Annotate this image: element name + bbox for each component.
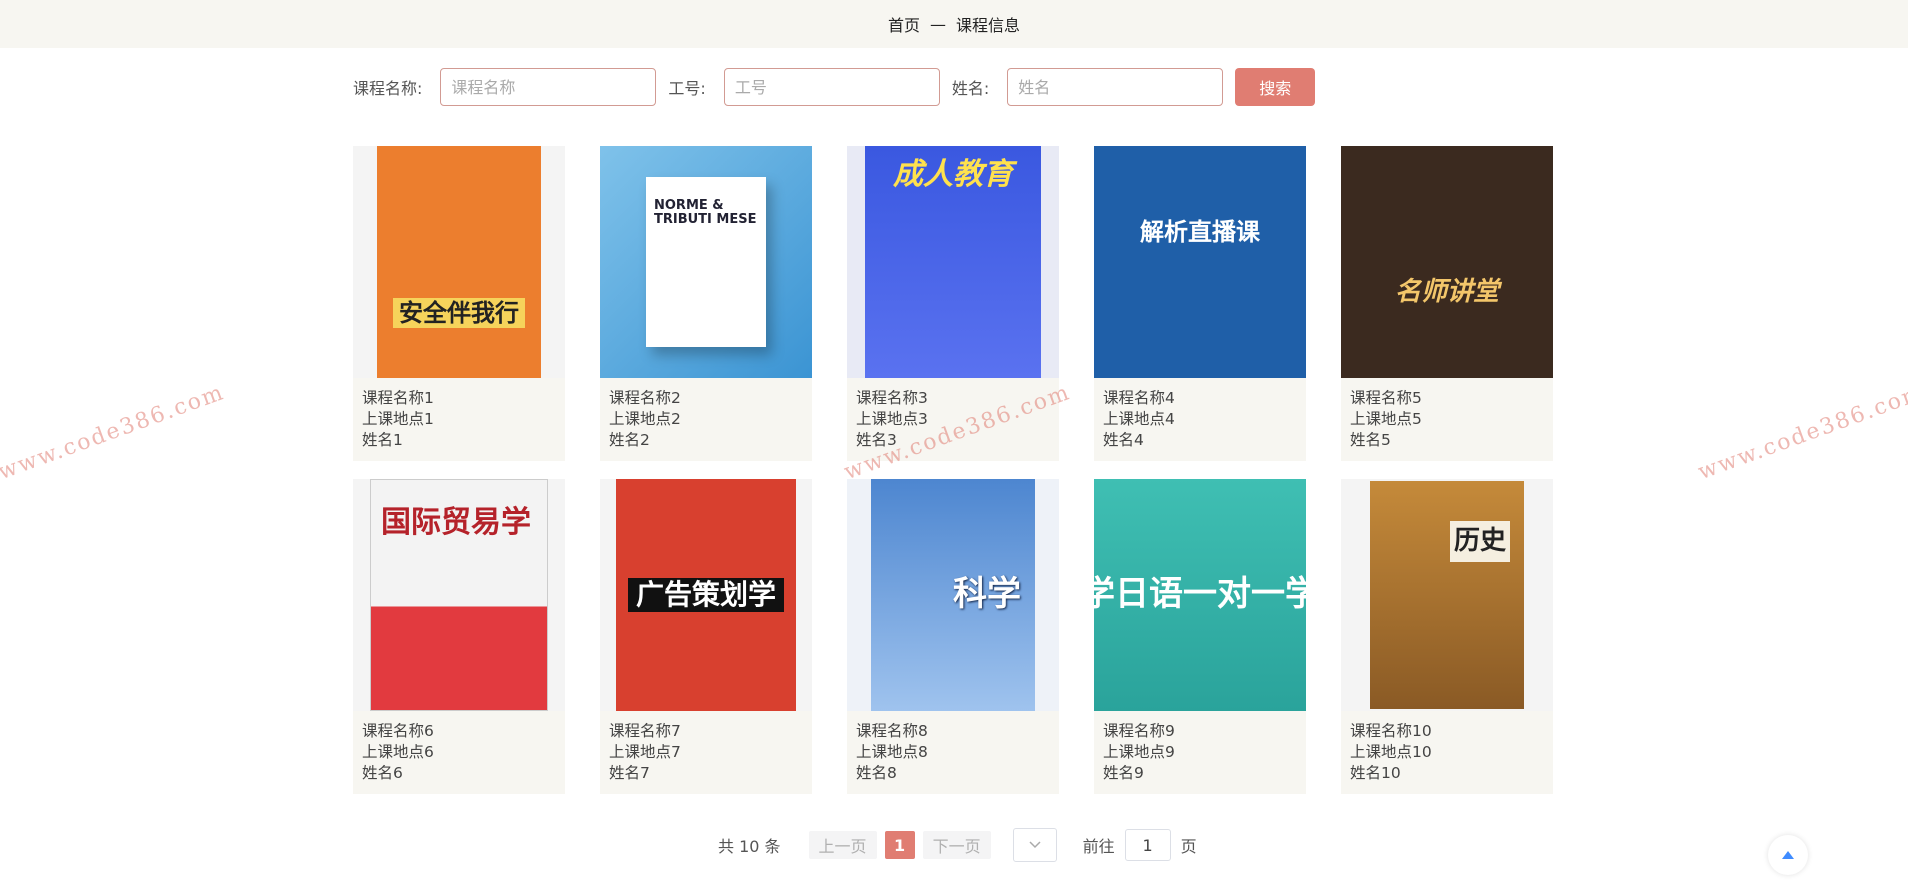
course-location: 上课地点7 bbox=[609, 743, 681, 761]
breadcrumb-home[interactable]: 首页 bbox=[888, 12, 920, 36]
course-cover-image[interactable]: 解析直播课 bbox=[1094, 146, 1306, 378]
course-location: 上课地点8 bbox=[856, 743, 928, 761]
breadcrumb: 首页 — 课程信息 bbox=[0, 0, 1908, 48]
cover-title: 解析直播课 bbox=[1140, 217, 1260, 246]
course-cover-image[interactable]: 成人教育 bbox=[847, 146, 1059, 378]
teacher-name-label: 姓名: bbox=[951, 79, 990, 98]
course-location: 上课地点10 bbox=[1350, 743, 1432, 761]
course-card[interactable]: 安全伴我行 课程名称1 上课地点1 姓名1 bbox=[353, 146, 565, 461]
course-teacher: 姓名8 bbox=[856, 764, 897, 782]
course-card[interactable]: 历史 课程名称10 上课地点10 姓名10 bbox=[1341, 479, 1553, 794]
breadcrumb-current: 课程信息 bbox=[956, 16, 1021, 35]
course-teacher: 姓名1 bbox=[362, 431, 403, 449]
course-teacher: 姓名5 bbox=[1350, 431, 1391, 449]
course-location: 上课地点9 bbox=[1103, 743, 1175, 761]
course-name: 课程名称8 bbox=[856, 722, 928, 740]
next-page-button[interactable]: 下一页 bbox=[922, 831, 991, 859]
course-name: 课程名称6 bbox=[362, 722, 434, 740]
back-to-top-button[interactable] bbox=[1768, 835, 1808, 875]
course-cover-image[interactable]: 名师讲堂 bbox=[1341, 146, 1553, 378]
course-location: 上课地点2 bbox=[609, 410, 681, 428]
cover-title: 历史 bbox=[1449, 521, 1510, 562]
search-bar: 课程名称: 工号: 姓名: 搜索 bbox=[353, 68, 1316, 106]
cover-title: 安全伴我行 bbox=[393, 297, 525, 328]
page-unit-label: 页 bbox=[1180, 837, 1197, 856]
goto-label: 前往 bbox=[1082, 837, 1115, 856]
course-cover-image[interactable]: 历史 bbox=[1341, 479, 1553, 711]
course-name: 课程名称1 bbox=[362, 389, 434, 407]
course-card[interactable]: 国际贸易学 课程名称6 上课地点6 姓名6 bbox=[353, 479, 565, 794]
course-name: 课程名称2 bbox=[609, 389, 681, 407]
course-card[interactable]: 广告策划学 课程名称7 上课地点7 姓名7 bbox=[600, 479, 812, 794]
pagination-total: 共 10 条 bbox=[718, 837, 781, 856]
course-cover-image[interactable]: 国际贸易学 bbox=[353, 479, 565, 711]
page-number-1[interactable]: 1 bbox=[884, 831, 915, 859]
staff-id-input[interactable] bbox=[723, 68, 940, 106]
course-teacher: 姓名9 bbox=[1103, 764, 1144, 782]
cover-title: 广告策划学 bbox=[627, 577, 784, 613]
cover-title: 学日语一对一学 bbox=[1094, 574, 1306, 615]
page-size-select[interactable] bbox=[1012, 828, 1057, 862]
cover-title: NORME & TRIBUTI MESE bbox=[654, 198, 757, 228]
course-name: 课程名称7 bbox=[609, 722, 681, 740]
arrow-up-icon bbox=[1782, 851, 1794, 859]
course-teacher: 姓名6 bbox=[362, 764, 403, 782]
course-cover-image[interactable]: NORME & TRIBUTI MESE bbox=[600, 146, 812, 378]
course-card[interactable]: 名师讲堂 课程名称5 上课地点5 姓名5 bbox=[1341, 146, 1553, 461]
breadcrumb-separator: — bbox=[930, 14, 946, 34]
course-cover-image[interactable]: 科学 bbox=[847, 479, 1059, 711]
goto-page-input[interactable] bbox=[1124, 829, 1171, 861]
course-teacher: 姓名2 bbox=[609, 431, 650, 449]
course-teacher: 姓名10 bbox=[1350, 764, 1401, 782]
course-grid: 安全伴我行 课程名称1 上课地点1 姓名1 NORME & TRIBUTI ME… bbox=[353, 146, 1556, 794]
watermark: www.code386.com bbox=[0, 379, 229, 486]
search-button[interactable]: 搜索 bbox=[1235, 68, 1316, 106]
watermark: www.code386.com bbox=[1694, 379, 1908, 486]
cover-title: 国际贸易学 bbox=[381, 505, 531, 540]
course-location: 上课地点6 bbox=[362, 743, 434, 761]
course-location: 上课地点4 bbox=[1103, 410, 1175, 428]
course-card[interactable]: 学日语一对一学 课程名称9 上课地点9 姓名9 bbox=[1094, 479, 1306, 794]
course-name-input[interactable] bbox=[440, 68, 657, 106]
cover-title: 成人教育 bbox=[893, 157, 1013, 192]
course-location: 上课地点1 bbox=[362, 410, 434, 428]
teacher-name-input[interactable] bbox=[1007, 68, 1224, 106]
course-location: 上课地点5 bbox=[1350, 410, 1422, 428]
course-card[interactable]: 解析直播课 课程名称4 上课地点4 姓名4 bbox=[1094, 146, 1306, 461]
course-cover-image[interactable]: 广告策划学 bbox=[600, 479, 812, 711]
course-card[interactable]: NORME & TRIBUTI MESE 课程名称2 上课地点2 姓名2 bbox=[600, 146, 812, 461]
course-name: 课程名称9 bbox=[1103, 722, 1175, 740]
cover-title: 名师讲堂 bbox=[1394, 276, 1499, 307]
chevron-down-icon bbox=[1029, 841, 1041, 849]
pagination: 共 10 条 上一页 1 下一页 前往 页 bbox=[718, 828, 1197, 862]
course-name: 课程名称5 bbox=[1350, 389, 1422, 407]
course-card[interactable]: 科学 课程名称8 上课地点8 姓名8 bbox=[847, 479, 1059, 794]
course-name: 课程名称10 bbox=[1350, 722, 1432, 740]
course-teacher: 姓名7 bbox=[609, 764, 650, 782]
staff-id-label: 工号: bbox=[668, 79, 706, 98]
course-name: 课程名称4 bbox=[1103, 389, 1175, 407]
course-cover-image[interactable]: 安全伴我行 bbox=[353, 146, 565, 378]
cover-title: 科学 bbox=[953, 574, 1021, 615]
prev-page-button[interactable]: 上一页 bbox=[808, 831, 877, 859]
course-teacher: 姓名4 bbox=[1103, 431, 1144, 449]
course-cover-image[interactable]: 学日语一对一学 bbox=[1094, 479, 1306, 711]
course-name-label: 课程名称: bbox=[353, 79, 423, 98]
